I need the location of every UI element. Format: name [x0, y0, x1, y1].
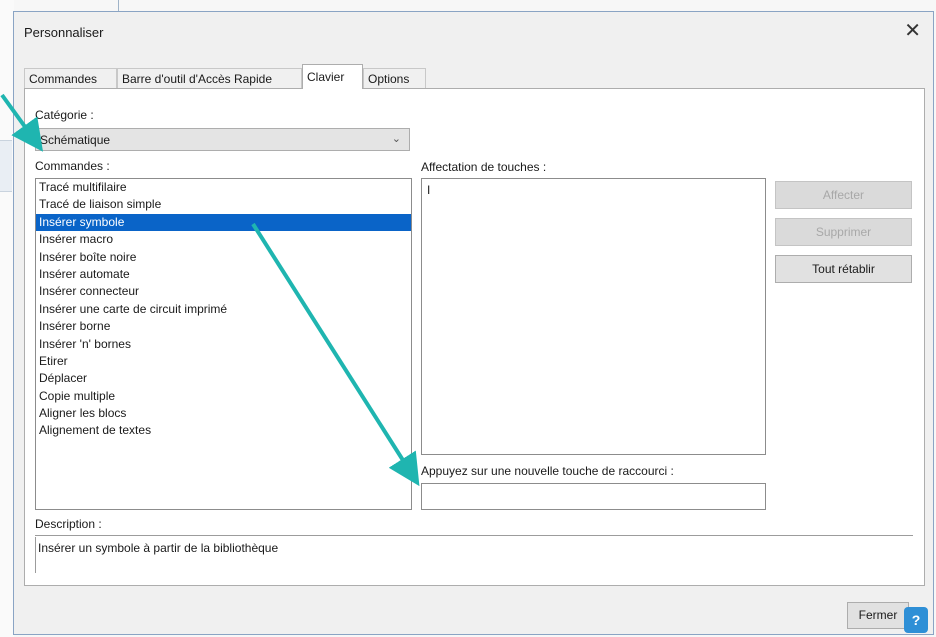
customize-dialog: Personnaliser ✕ Commandes Barre d'outil … — [13, 11, 934, 635]
text-cursor: I — [427, 183, 431, 197]
description-text: Insérer un symbole à partir de la biblio… — [38, 541, 279, 555]
list-item[interactable]: Insérer automate — [36, 266, 411, 283]
description-box: Insérer un symbole à partir de la biblio… — [35, 537, 914, 573]
list-item[interactable]: Alignement de textes — [36, 422, 411, 439]
list-item[interactable]: Insérer borne — [36, 318, 411, 335]
tab-clavier[interactable]: Clavier — [302, 64, 363, 89]
list-item[interactable]: Copie multiple — [36, 388, 411, 405]
tab-commandes[interactable]: Commandes — [24, 68, 117, 88]
list-item[interactable]: Aligner les blocs — [36, 405, 411, 422]
close-button[interactable]: Fermer — [847, 602, 909, 629]
background-panel — [0, 140, 12, 192]
list-item[interactable]: Tracé multifilaire — [36, 179, 411, 196]
key-assignment-label: Affectation de touches : — [421, 160, 547, 174]
list-item[interactable]: Tracé de liaison simple — [36, 196, 411, 213]
new-shortcut-label: Appuyez sur une nouvelle touche de racco… — [421, 464, 674, 478]
description-divider — [35, 535, 913, 536]
list-item[interactable]: Insérer boîte noire — [36, 249, 411, 266]
list-item[interactable]: Insérer macro — [36, 231, 411, 248]
assign-button[interactable]: Affecter — [775, 181, 912, 209]
category-selected-value: Schématique — [40, 133, 111, 147]
help-icon[interactable]: ? — [904, 607, 928, 633]
keyboard-tab-panel: Catégorie : Schématique ⌄ Commandes : Tr… — [24, 88, 925, 586]
tab-options[interactable]: Options — [363, 68, 426, 88]
new-shortcut-input[interactable] — [421, 483, 766, 510]
background-window-edge — [0, 0, 14, 637]
key-assignment-listbox[interactable]: I — [421, 178, 766, 455]
chevron-down-icon: ⌄ — [391, 133, 401, 145]
list-item[interactable]: Insérer une carte de circuit imprimé — [36, 301, 411, 318]
list-item[interactable]: Insérer 'n' bornes — [36, 336, 411, 353]
description-label: Description : — [35, 517, 102, 531]
close-icon[interactable]: ✕ — [904, 18, 921, 43]
list-item[interactable]: Etirer — [36, 353, 411, 370]
commands-listbox[interactable]: Tracé multifilaire Tracé de liaison simpl… — [35, 178, 412, 510]
list-item[interactable]: Insérer connecteur — [36, 283, 411, 300]
category-select[interactable]: Schématique ⌄ — [35, 128, 410, 151]
list-item[interactable]: Insérer symbole — [36, 213, 411, 232]
delete-button[interactable]: Supprimer — [775, 218, 912, 246]
tab-quick-access-toolbar[interactable]: Barre d'outil d'Accès Rapide — [117, 68, 302, 88]
list-item[interactable]: Déplacer — [36, 370, 411, 387]
dialog-title: Personnaliser — [24, 25, 104, 40]
commands-label: Commandes : — [35, 159, 110, 173]
category-label: Catégorie : — [35, 108, 94, 122]
reset-all-button[interactable]: Tout rétablir — [775, 255, 912, 283]
